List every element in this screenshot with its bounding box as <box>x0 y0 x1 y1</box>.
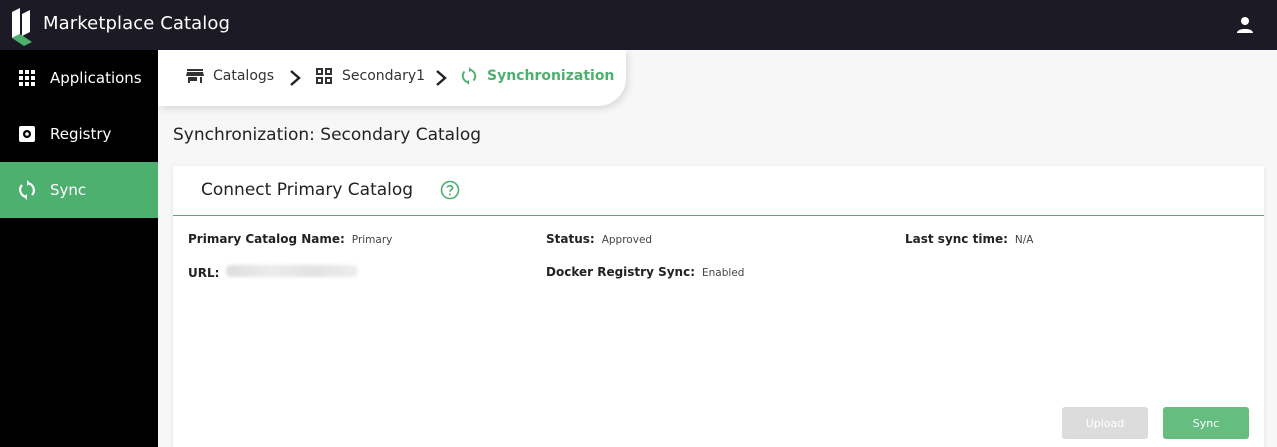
field-value: N/A <box>1014 234 1034 246</box>
field-value: Primary <box>351 234 393 246</box>
sidebar-item-label: Registry <box>50 125 112 143</box>
registry-icon <box>19 126 35 142</box>
last-sync-time-field: Last sync time: N/A <box>905 232 1033 246</box>
url-field: URL: <box>188 265 359 280</box>
chevron-right-icon <box>290 70 301 86</box>
sync-icon <box>461 67 477 85</box>
top-bar: Marketplace Catalog <box>0 0 1277 50</box>
field-label: Last sync time: <box>905 232 1008 246</box>
card-header: Connect Primary Catalog <box>173 166 1264 216</box>
status-field: Status: Approved <box>546 232 652 246</box>
breadcrumb-label: Secondary1 <box>342 68 426 84</box>
upload-button[interactable]: Upload <box>1062 407 1148 439</box>
logo-icon <box>12 8 32 46</box>
breadcrumb-label: Synchronization <box>487 68 615 84</box>
sidebar-item-label: Sync <box>50 181 87 199</box>
field-label: Docker Registry Sync: <box>546 265 696 279</box>
app-title: Marketplace Catalog <box>43 13 231 34</box>
field-value: Enabled <box>702 267 745 279</box>
field-label: Primary Catalog Name: <box>188 232 345 246</box>
chevron-right-icon <box>436 70 447 86</box>
connect-primary-card: Connect Primary Catalog Primary Catalog … <box>173 166 1264 447</box>
breadcrumb-catalogs[interactable]: Catalogs <box>186 67 274 85</box>
field-label: Status: <box>546 232 595 246</box>
grid-icon <box>19 70 35 86</box>
field-label: URL: <box>188 266 220 280</box>
sync-icon <box>19 180 35 200</box>
breadcrumb-synchronization[interactable]: Synchronization <box>460 67 614 85</box>
card-title: Connect Primary Catalog <box>201 180 414 200</box>
docker-registry-sync-field: Docker Registry Sync: Enabled <box>546 265 744 279</box>
sidebar: Applications Registry Sync <box>0 50 158 447</box>
sidebar-item-label: Applications <box>50 69 142 87</box>
breadcrumb: Catalogs Secondary1 Synchronization <box>158 50 626 106</box>
user-account-icon[interactable] <box>1235 15 1255 35</box>
url-value-redacted <box>226 265 359 277</box>
field-value: Approved <box>601 234 653 246</box>
sidebar-item-registry[interactable]: Registry <box>0 106 158 162</box>
help-icon[interactable] <box>440 180 460 200</box>
grid-outline-icon <box>316 68 332 84</box>
store-icon <box>186 69 204 83</box>
page-title: Synchronization: Secondary Catalog <box>173 125 482 145</box>
sidebar-item-applications[interactable]: Applications <box>0 50 158 106</box>
sidebar-item-sync[interactable]: Sync <box>0 162 158 218</box>
sync-button[interactable]: Sync <box>1163 407 1249 439</box>
primary-catalog-name-field: Primary Catalog Name: Primary <box>188 232 392 246</box>
main-content: Catalogs Secondary1 Synchronization Sync… <box>158 50 1277 447</box>
breadcrumb-secondary1[interactable]: Secondary1 <box>315 67 425 85</box>
breadcrumb-label: Catalogs <box>213 68 275 84</box>
